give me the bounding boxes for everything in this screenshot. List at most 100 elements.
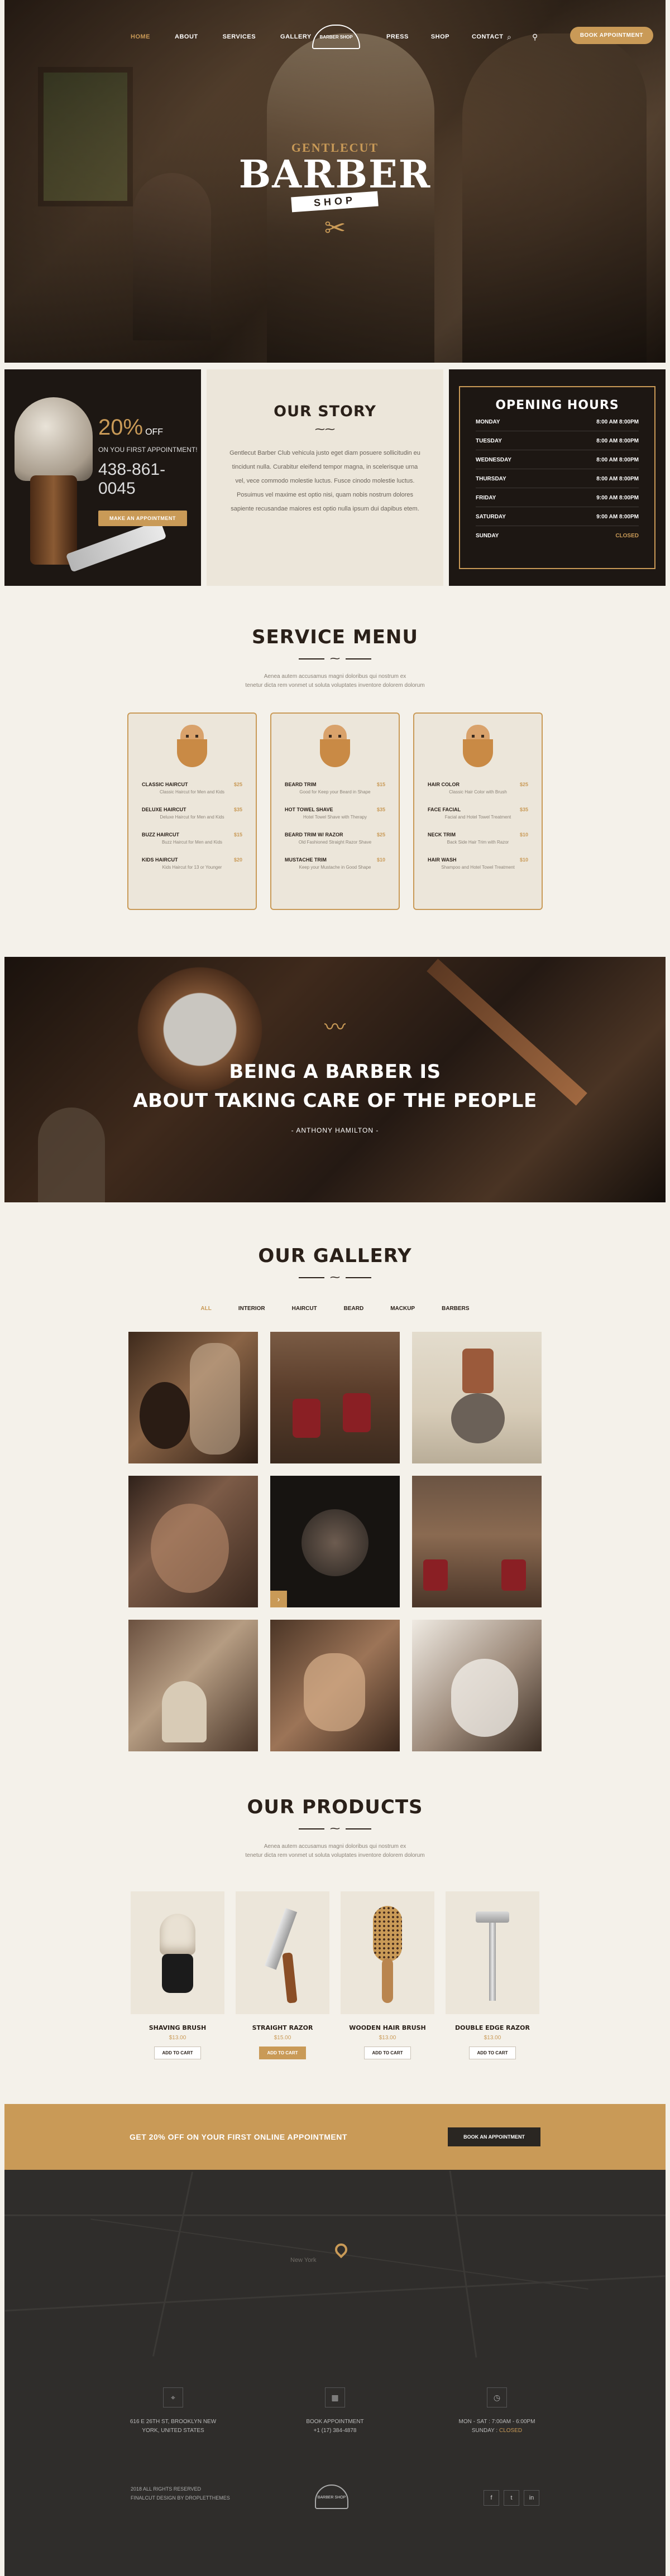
service-intro-1: Aenea autem accusamus magni doloribus qu… <box>264 673 406 680</box>
product-name[interactable]: WOODEN HAIR BRUSH <box>341 2024 434 2031</box>
add-to-cart-button[interactable]: ADD TO CART <box>154 2047 202 2059</box>
service-desc: Deluxe Haircut for Men and Kids <box>160 815 224 820</box>
product-name[interactable]: DOUBLE EDGE RAZOR <box>446 2024 539 2031</box>
product-card: STRAIGHT RAZOR $15.00 ADD TO CART <box>236 1891 329 2059</box>
product-image[interactable] <box>236 1891 329 2014</box>
mustache-divider: ⁓ <box>0 1272 670 1283</box>
make-appointment-button[interactable]: MAKE AN APPOINTMENT <box>98 511 187 526</box>
cart-icon[interactable]: ⚲ <box>532 32 538 42</box>
our-products: OUR PRODUCTS ⁓ Aenea autem accusamus mag… <box>0 1751 670 2059</box>
product-card: SHAVING BRUSH $13.00 ADD TO CART <box>131 1891 224 2059</box>
service-name: KIDS HAIRCUT <box>142 857 178 863</box>
footer-hours: ◷ MON - SAT : 7:00AM - 6:00PM SUNDAY : C… <box>416 2387 578 2435</box>
hero-barber: BARBER <box>238 152 432 197</box>
promo-box: 20% OFF ON YOU FIRST APPOINTMENT! 438-861… <box>4 369 201 586</box>
promo-text: 20% OFF ON YOU FIRST APPOINTMENT! 438-861… <box>98 415 201 526</box>
service-price: $10 <box>519 857 528 863</box>
gallery-image[interactable] <box>128 1620 258 1751</box>
service-item: KIDS HAIRCUT $20 Kids Haircut for 13 or Yo… <box>142 857 242 870</box>
service-price: $20 <box>233 857 242 863</box>
facebook-icon[interactable]: f <box>484 2490 499 2506</box>
add-to-cart-button[interactable]: ADD TO CART <box>363 2047 411 2059</box>
nav-shop[interactable]: SHOP <box>431 33 449 40</box>
nav-contact[interactable]: CONTACT <box>472 33 503 40</box>
calendar-icon: ▦ <box>325 2387 345 2408</box>
nav-home[interactable]: HOME <box>131 33 150 40</box>
service-desc: Buzz Haircut for Men and Kids <box>161 840 223 845</box>
service-desc: Kids Haircut for 13 or Younger <box>162 865 222 870</box>
product-image[interactable] <box>341 1891 434 2014</box>
filter-beard[interactable]: BEARD <box>344 1306 364 1312</box>
service-price: $10 <box>519 832 528 837</box>
service-name: BUZZ HAIRCUT <box>142 832 179 837</box>
product-name[interactable]: SHAVING BRUSH <box>131 2024 224 2031</box>
nav-press[interactable]: PRESS <box>386 33 409 40</box>
instagram-icon[interactable]: in <box>524 2490 539 2506</box>
service-name: MUSTACHE TRIM <box>285 857 327 863</box>
footer: ⌖ 616 E 26TH ST, BROOKLYN NEW YORK, UNIT… <box>4 2358 666 2576</box>
filter-mackup[interactable]: MACKUP <box>390 1306 415 1312</box>
gallery-grid: › <box>0 1332 670 1751</box>
hours-frame: OPENING HOURS MONDAY 8:00 AM 8:00PM TUESD… <box>459 386 655 569</box>
mustache-icon: ⁓⁓ <box>315 423 335 435</box>
add-to-cart-button[interactable]: ADD TO CART <box>259 2047 307 2059</box>
service-title: SERVICE MENU <box>252 626 418 648</box>
add-to-cart-button[interactable]: ADD TO CART <box>468 2047 516 2059</box>
service-desc: Keep your Mustache in Good Shape <box>299 865 371 870</box>
gallery-image[interactable] <box>412 1620 542 1751</box>
service-item: HAIR COLOR $25 Classic Hair Color with Bru… <box>428 782 528 795</box>
story-title: OUR STORY <box>274 403 376 420</box>
gallery-image[interactable] <box>270 1332 400 1463</box>
service-name: HAIR WASH <box>428 857 457 863</box>
hours-row: SATURDAY 9:00 AM 8:00PM <box>476 508 639 526</box>
product-image[interactable] <box>446 1891 539 2014</box>
promo-percent: 20% OFF <box>98 415 164 440</box>
product-price: $13.00 <box>169 2035 186 2041</box>
product-image[interactable] <box>131 1891 224 2014</box>
service-desc: Good for Keep your Beard in Shape <box>299 789 371 795</box>
gallery-image[interactable] <box>128 1332 258 1463</box>
hours-title: OPENING HOURS <box>495 398 619 412</box>
gallery-image[interactable] <box>412 1476 542 1607</box>
quote-author: - ANTHONY HAMILTON - <box>291 1126 379 1134</box>
service-name: CLASSIC HAIRCUT <box>142 782 188 787</box>
service-item: CLASSIC HAIRCUT $25 Classic Haircut for Me… <box>142 782 242 795</box>
gallery-image[interactable] <box>128 1476 258 1607</box>
service-name: NECK TRIM <box>428 832 456 837</box>
hero-shop: SHOP <box>291 191 379 213</box>
barber-face-icon <box>458 725 497 769</box>
mustache-divider: ⁓ <box>0 653 670 665</box>
service-price: $25 <box>519 782 528 787</box>
quote-content: 〰 BEING A BARBER IS ABOUT TAKING CARE OF … <box>4 1010 666 1134</box>
service-desc: Facial and Hotel Towel Treatment <box>444 815 511 820</box>
service-name: BEARD TRIM W/ RAZOR <box>285 832 343 837</box>
service-menu: SERVICE MENU ⁓ Aenea autem accusamus mag… <box>0 586 670 910</box>
filter-haircut[interactable]: HAIRCUT <box>292 1306 317 1312</box>
product-card: DOUBLE EDGE RAZOR $13.00 ADD TO CART <box>446 1891 539 2059</box>
book-an-appointment-button[interactable]: BOOK AN APPOINTMENT <box>448 2127 540 2146</box>
nav-about[interactable]: ABOUT <box>175 33 198 40</box>
service-card: CLASSIC HAIRCUT $25 Classic Haircut for Me… <box>127 712 257 910</box>
twitter-icon[interactable]: t <box>504 2490 519 2506</box>
product-name[interactable]: STRAIGHT RAZOR <box>236 2024 329 2031</box>
gallery-image[interactable]: › <box>270 1476 400 1607</box>
service-price: $25 <box>376 832 385 837</box>
discount-text: GET 20% OFF ON YOUR FIRST ONLINE APPOINT… <box>130 2132 347 2141</box>
gallery-image[interactable] <box>270 1620 400 1751</box>
service-desc: Classic Hair Color with Brush <box>449 789 507 795</box>
location-map[interactable]: New York <box>4 2170 666 2358</box>
service-desc: Shampoo and Hotel Towel Treatment <box>441 865 515 870</box>
nav-services[interactable]: SERVICES <box>223 33 256 40</box>
gallery-image[interactable] <box>412 1332 542 1463</box>
service-item: BEARD TRIM $15 Good for Keep your Beard in… <box>285 782 385 795</box>
nav-gallery[interactable]: GALLERY <box>280 33 312 40</box>
service-name: BEARD TRIM <box>285 782 317 787</box>
filter-barbers[interactable]: BARBERS <box>442 1306 469 1312</box>
footer-bottom: 2018 ALL RIGHTS RESERVED FINALCUT DESIGN… <box>131 2484 539 2518</box>
search-icon[interactable]: ⌕ <box>507 32 511 42</box>
book-appointment-button[interactable]: BOOK APPOINTMENT <box>570 27 653 44</box>
filter-interior[interactable]: INTERIOR <box>238 1306 265 1312</box>
gallery-filters: ALL INTERIOR HAIRCUT BEARD MACKUP BARBER… <box>0 1306 670 1312</box>
filter-all[interactable]: ALL <box>200 1306 211 1312</box>
nav-logo[interactable]: BARBER SHOP <box>312 25 360 49</box>
